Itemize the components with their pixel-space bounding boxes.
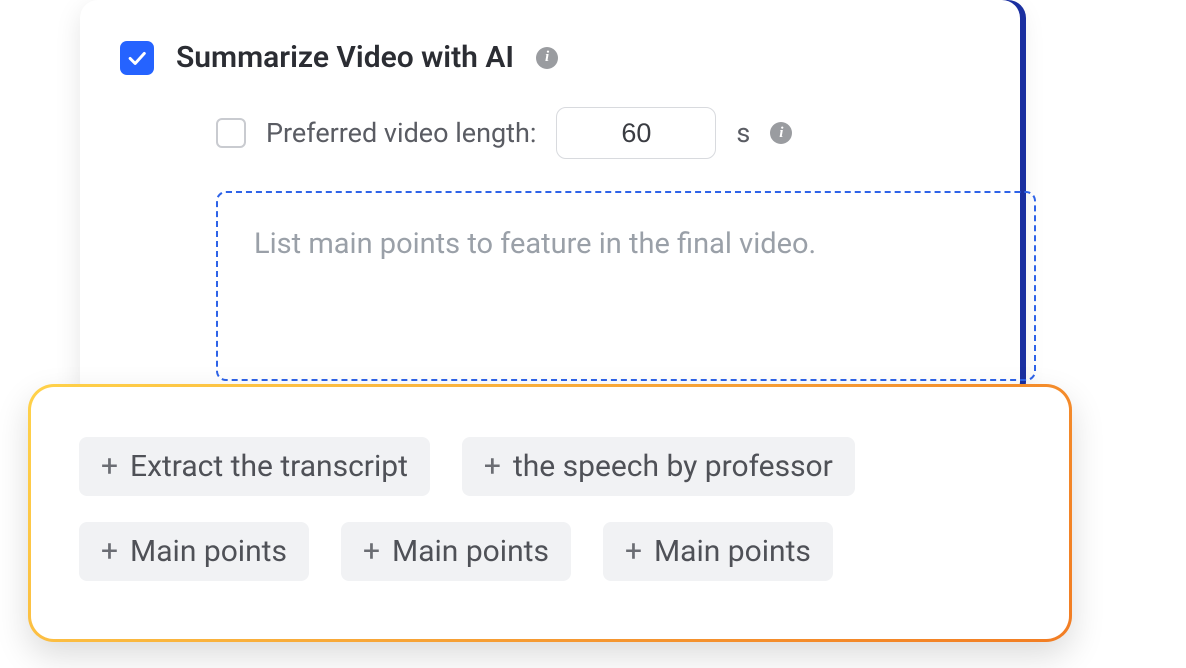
suggestion-label: Extract the transcript bbox=[130, 449, 408, 484]
prompt-textarea[interactable]: List main points to feature in the final… bbox=[216, 191, 1036, 381]
length-row: Preferred video length: s i bbox=[216, 107, 980, 159]
check-icon bbox=[126, 47, 148, 69]
summarize-checkbox[interactable] bbox=[120, 41, 154, 75]
suggestion-chip[interactable]: + Main points bbox=[341, 522, 571, 581]
info-icon[interactable]: i bbox=[536, 47, 558, 69]
suggestions-list: + Extract the transcript + the speech by… bbox=[79, 437, 1021, 581]
suggestion-chip[interactable]: + Extract the transcript bbox=[79, 437, 430, 496]
suggestions-panel: + Extract the transcript + the speech by… bbox=[28, 384, 1072, 642]
length-checkbox[interactable] bbox=[216, 118, 246, 148]
suggestion-chip[interactable]: + Main points bbox=[79, 522, 309, 581]
suggestion-label: Main points bbox=[654, 534, 811, 569]
length-input[interactable] bbox=[556, 107, 716, 159]
suggestion-chip[interactable]: + Main points bbox=[603, 522, 833, 581]
plus-icon: + bbox=[101, 537, 118, 567]
length-unit: s bbox=[736, 117, 750, 149]
suggestion-chip[interactable]: + the speech by professor bbox=[462, 437, 855, 496]
summarize-title: Summarize Video with AI bbox=[176, 40, 514, 75]
suggestion-label: Main points bbox=[392, 534, 549, 569]
summarize-row: Summarize Video with AI i bbox=[120, 40, 980, 75]
plus-icon: + bbox=[101, 452, 118, 482]
prompt-placeholder: List main points to feature in the final… bbox=[254, 227, 998, 261]
suggestion-label: the speech by professor bbox=[513, 449, 833, 484]
plus-icon: + bbox=[363, 537, 380, 567]
plus-icon: + bbox=[625, 537, 642, 567]
info-icon[interactable]: i bbox=[770, 122, 792, 144]
length-label: Preferred video length: bbox=[266, 117, 536, 149]
settings-panel: Summarize Video with AI i Preferred vide… bbox=[80, 0, 1020, 400]
plus-icon: + bbox=[484, 452, 501, 482]
suggestion-label: Main points bbox=[130, 534, 287, 569]
